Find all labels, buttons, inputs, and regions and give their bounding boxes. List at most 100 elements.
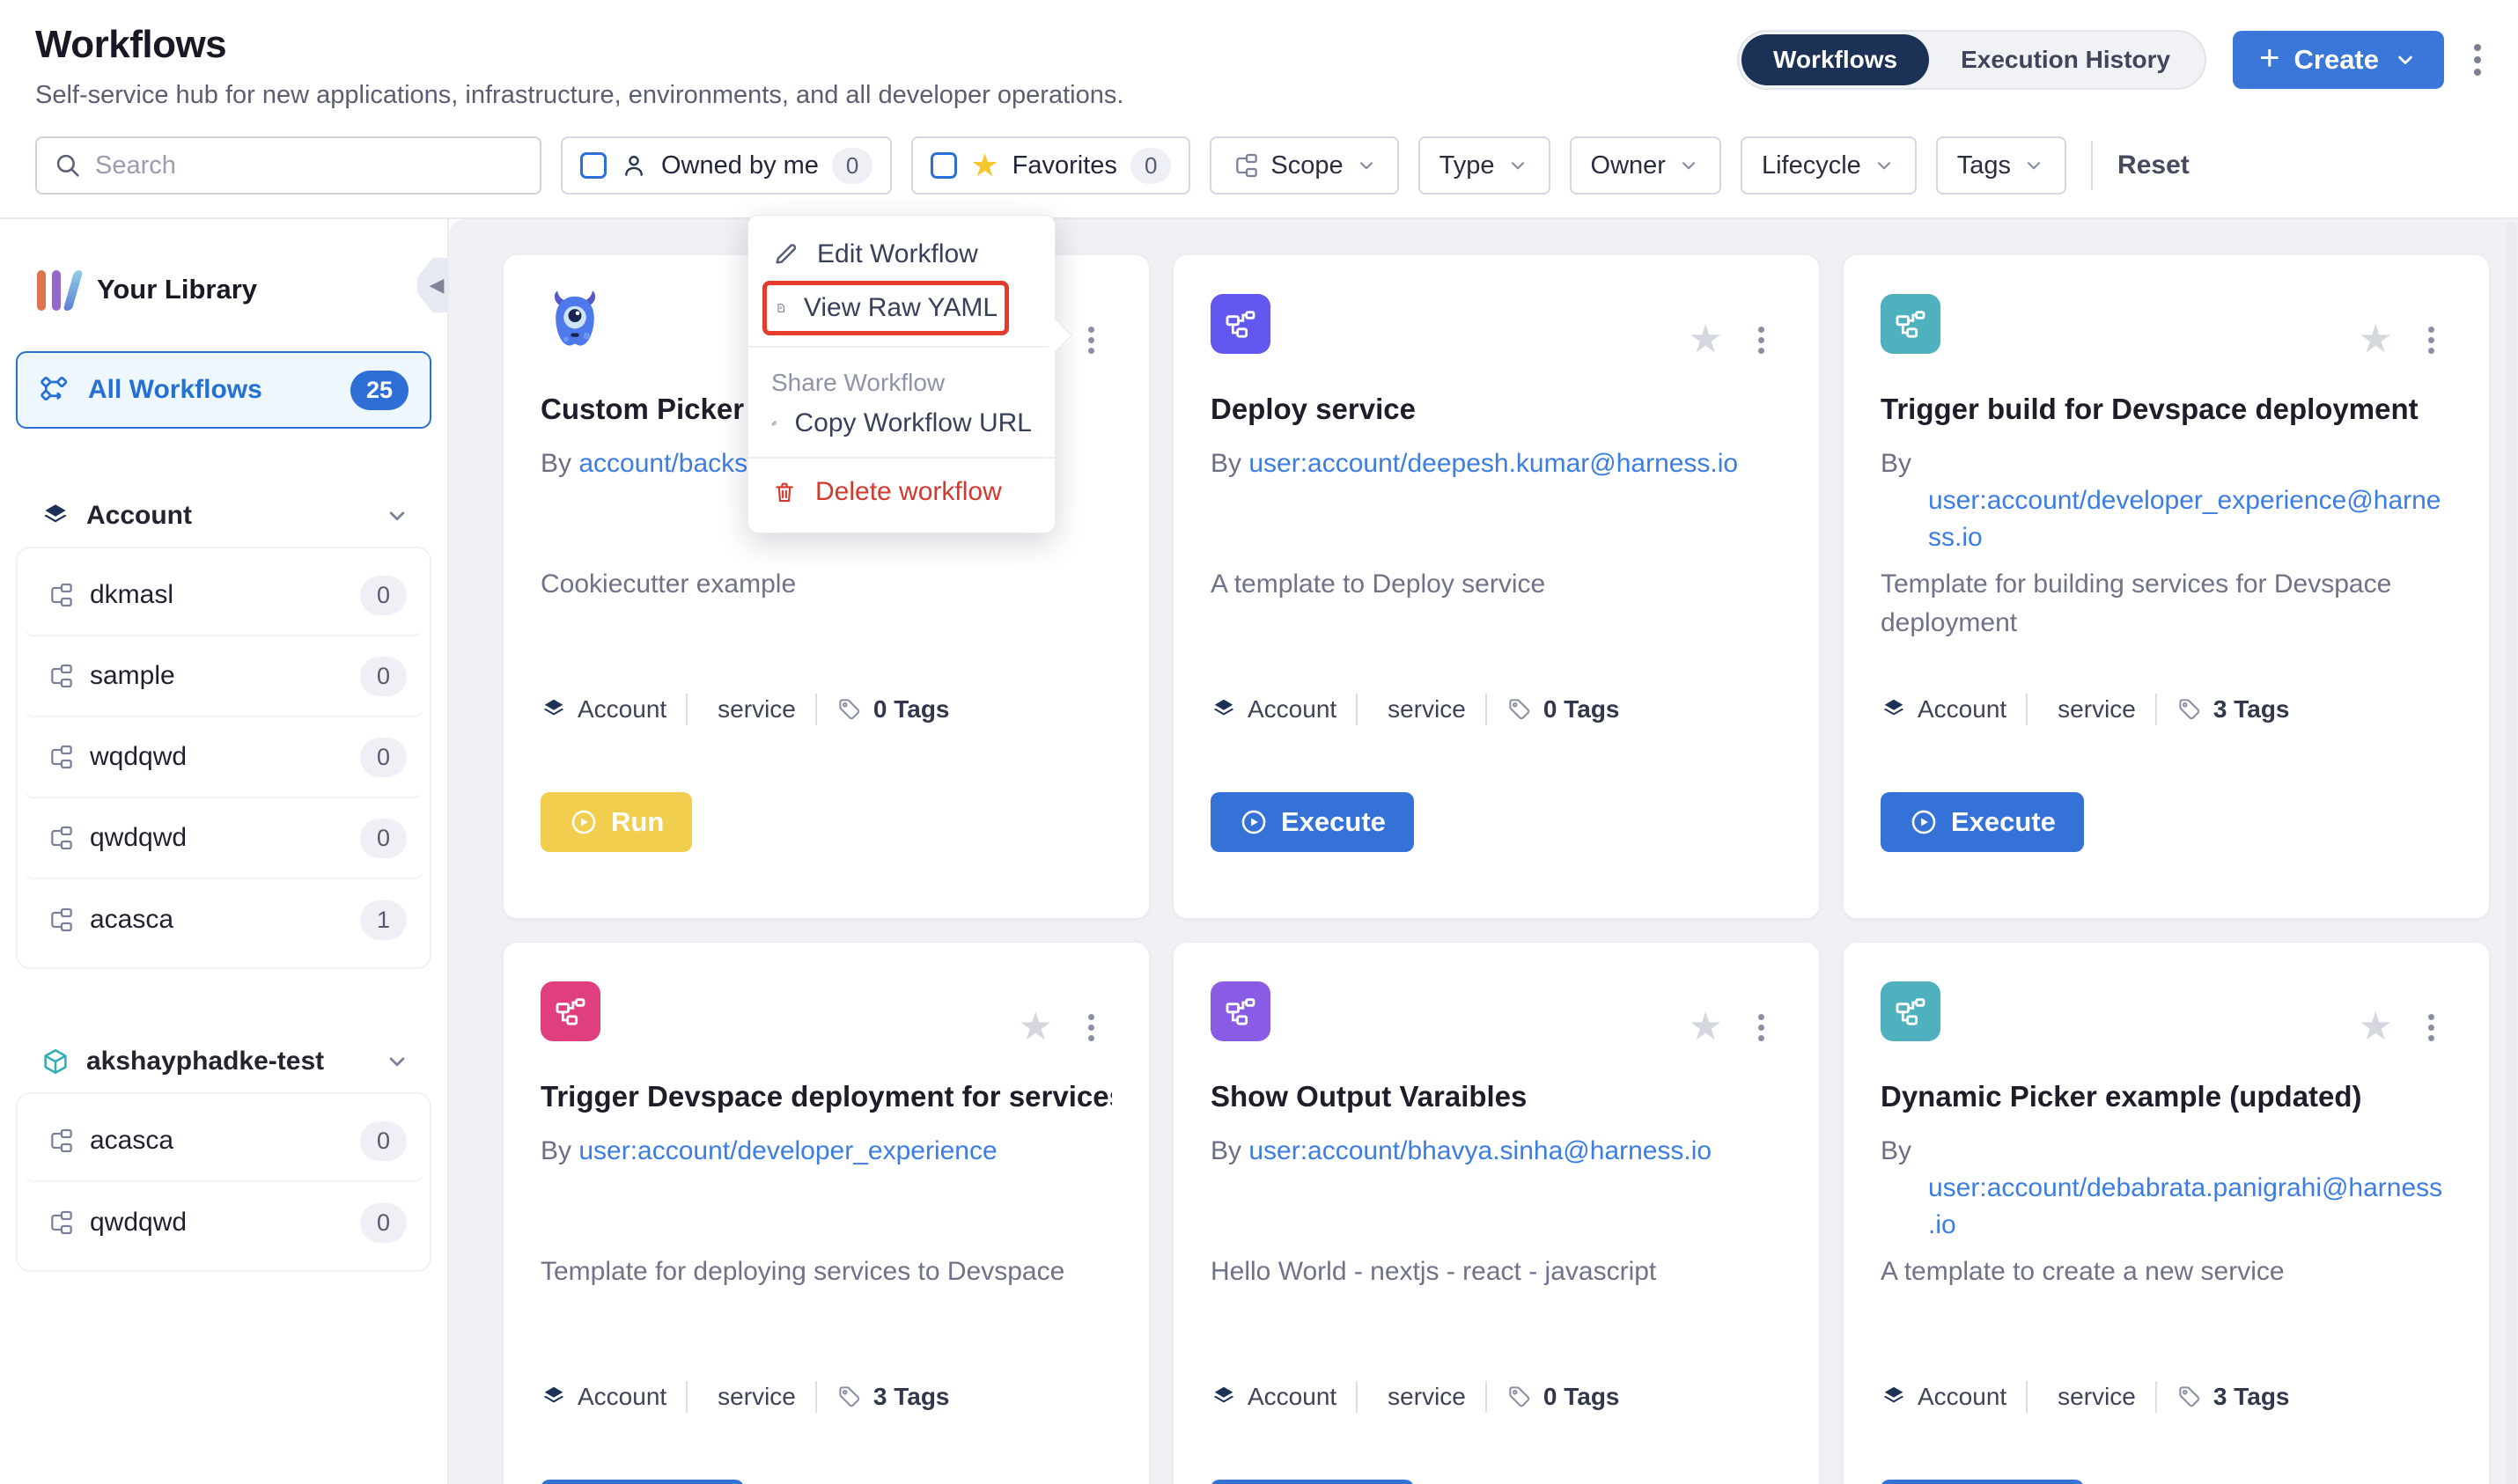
- count-badge: 0: [360, 1121, 407, 1161]
- card-tags-count: 0 Tags: [1543, 1383, 1620, 1411]
- owned-by-me-count: 0: [832, 148, 872, 184]
- owned-by-me-filter[interactable]: Owned by me 0: [561, 136, 892, 195]
- tag-icon: [1506, 1384, 1533, 1410]
- reset-filters-button[interactable]: Reset: [2117, 151, 2190, 180]
- card-description: A template to Deploy service: [1211, 565, 1782, 604]
- card-kebab-menu-icon[interactable]: [2425, 323, 2438, 357]
- library-title: Your Library: [97, 274, 257, 305]
- card-footer: Account service 3 Tags: [1881, 1381, 2290, 1413]
- all-workflows-count-badge: 25: [350, 371, 409, 410]
- group-name: akshayphadke-test: [86, 1047, 324, 1076]
- sidebar-group-akshayphadke-test[interactable]: akshayphadke-test: [40, 1047, 423, 1076]
- execute-button-label: Execute: [1281, 806, 1386, 838]
- owner-link[interactable]: user:account/debabrata.panigrahi@harness…: [1928, 1173, 2442, 1239]
- favorite-star-icon[interactable]: ★: [1689, 1008, 1723, 1047]
- create-button[interactable]: + Create: [2233, 31, 2444, 89]
- workflow-context-menu: Edit Workflow View Raw YAML Share Workfl…: [747, 215, 1056, 533]
- card-footer: Account service 0 Tags: [1211, 1381, 1620, 1413]
- favorite-star-icon[interactable]: ★: [2359, 320, 2393, 359]
- card-footer: Account service 0 Tags: [1211, 694, 1620, 725]
- page-kebab-menu-icon[interactable]: [2470, 40, 2485, 79]
- sidebar-item-dkmasl[interactable]: dkmasl 0: [25, 555, 423, 636]
- link-icon: [771, 409, 777, 437]
- favorites-label: Favorites: [1012, 151, 1117, 180]
- owner-link[interactable]: user:account/deepesh.kumar@harness.io: [1248, 449, 1738, 478]
- card-kebab-menu-icon[interactable]: [2425, 1010, 2438, 1045]
- run-button-label: Run: [611, 806, 664, 838]
- card-kebab-menu-icon[interactable]: [1755, 323, 1768, 357]
- count-badge: 0: [360, 1203, 407, 1243]
- card-kebab-menu-icon[interactable]: [1755, 1010, 1768, 1045]
- search-input[interactable]: [95, 151, 524, 180]
- lifecycle-dropdown-label: Lifecycle: [1762, 151, 1861, 180]
- scrollbar[interactable]: [2506, 223, 2516, 1484]
- card-type: service: [1388, 695, 1466, 724]
- owner-link[interactable]: user:account/developer_experience: [578, 1136, 997, 1165]
- favorites-filter[interactable]: ★ Favorites 0: [911, 136, 1190, 195]
- card-scope: Account: [578, 1383, 666, 1411]
- count-badge: 1: [360, 900, 407, 940]
- card-title: Trigger Devspace deployment for services: [541, 1080, 1112, 1113]
- owner-dropdown[interactable]: Owner: [1570, 136, 1721, 195]
- tab-execution-history[interactable]: Execution History: [1929, 34, 2202, 85]
- owner-link[interactable]: user:account/developer_experience@harnes…: [1928, 486, 2441, 552]
- search-icon: [53, 151, 83, 180]
- owner-link[interactable]: user:account/bhavya.sinha@harness.io: [1248, 1136, 1712, 1165]
- person-icon: [620, 151, 648, 180]
- sidebar-item-wqdqwd[interactable]: wqdqwd 0: [25, 717, 423, 798]
- owner-link[interactable]: account/backs: [578, 449, 747, 478]
- workflow-card-show-output: ★ Show Output Varaibles By user:account/…: [1173, 942, 1820, 1484]
- menu-item-label: View Raw YAML: [804, 293, 998, 323]
- by-label: By: [541, 449, 571, 478]
- execute-button[interactable]: Execute: [541, 1480, 744, 1484]
- tags-dropdown-label: Tags: [1957, 151, 2011, 180]
- cube-icon: [40, 1047, 70, 1076]
- divider: [2091, 141, 2093, 190]
- tab-workflows[interactable]: Workflows: [1741, 34, 1929, 85]
- sidebar-item-label: sample: [90, 661, 175, 691]
- card-kebab-menu-icon[interactable]: [1085, 323, 1098, 357]
- execute-button[interactable]: Execute: [1881, 792, 2084, 852]
- favorites-checkbox[interactable]: [931, 152, 957, 179]
- search-box: [35, 136, 541, 195]
- sidebar-item-all-workflows[interactable]: All Workflows 25: [16, 351, 431, 429]
- sidebar-item-acasca-2[interactable]: acasca 0: [25, 1101, 423, 1182]
- type-dropdown[interactable]: Type: [1418, 136, 1550, 195]
- header-text: Workflows Self-service hub for new appli…: [35, 23, 1123, 110]
- sidebar-item-sample[interactable]: sample 0: [25, 636, 423, 717]
- sidebar-item-qwdqwd[interactable]: qwdqwd 0: [25, 798, 423, 879]
- card-scope: Account: [1918, 695, 2006, 724]
- card-kebab-menu-icon[interactable]: [1085, 1010, 1098, 1045]
- favorite-star-icon[interactable]: ★: [2359, 1008, 2393, 1047]
- card-footer: Account service 3 Tags: [541, 1381, 950, 1413]
- menu-item-delete-workflow[interactable]: Delete workflow: [748, 469, 1055, 515]
- tag-icon: [1506, 696, 1533, 723]
- card-description: Template for building services for Devsp…: [1881, 565, 2452, 642]
- menu-item-copy-workflow-url[interactable]: Copy Workflow URL: [748, 400, 1055, 446]
- menu-item-edit-workflow[interactable]: Edit Workflow: [748, 231, 1055, 277]
- lifecycle-dropdown[interactable]: Lifecycle: [1741, 136, 1917, 195]
- scope-dropdown[interactable]: Scope: [1210, 136, 1398, 195]
- execute-button[interactable]: Execute: [1881, 1480, 2084, 1484]
- sidebar-item-qwdqwd-2[interactable]: qwdqwd 0: [25, 1182, 423, 1263]
- play-icon: [1909, 807, 1939, 837]
- tags-dropdown[interactable]: Tags: [1936, 136, 2066, 195]
- chevron-down-icon: [2393, 48, 2418, 72]
- create-button-label: Create: [2294, 44, 2380, 76]
- count-badge: 0: [360, 657, 407, 696]
- card-footer: Account service 3 Tags: [1881, 694, 2290, 725]
- favorite-star-icon[interactable]: ★: [1689, 320, 1723, 359]
- execute-button[interactable]: Execute: [1211, 792, 1414, 852]
- favorite-star-icon[interactable]: ★: [1019, 1008, 1053, 1047]
- layers-icon: [1211, 1384, 1237, 1410]
- owned-by-me-checkbox[interactable]: [580, 152, 607, 179]
- menu-item-view-raw-yaml[interactable]: View Raw YAML: [767, 285, 1005, 331]
- content-area: Your Library ◀ All Workflows 25 Account …: [0, 219, 2518, 1484]
- sidebar-item-acasca[interactable]: acasca 1: [25, 879, 423, 960]
- akshayphadke-test-group-items: acasca 0 qwdqwd 0: [16, 1092, 431, 1272]
- sidebar-group-account[interactable]: Account: [40, 501, 423, 531]
- owner-dropdown-label: Owner: [1591, 151, 1666, 180]
- card-owner-line: By user:account/developer_experience: [541, 1133, 1107, 1170]
- execute-button[interactable]: Execute: [1211, 1480, 1414, 1484]
- run-button[interactable]: Run: [541, 792, 692, 852]
